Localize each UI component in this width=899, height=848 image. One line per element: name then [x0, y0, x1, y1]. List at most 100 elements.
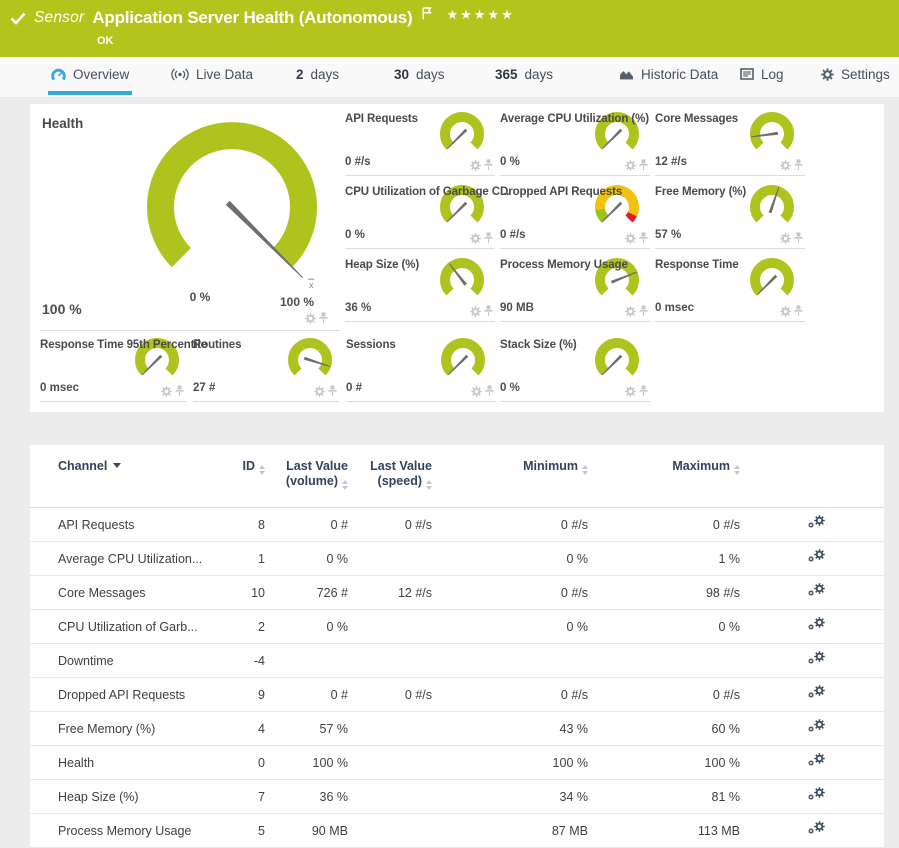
gauge-pin-icon[interactable] [794, 305, 803, 317]
gauge-cell-sessions: Sessions0 # [346, 335, 496, 402]
channel-row-api-requests: API Requests80 #0 #/s0 #/s0 #/s [30, 508, 884, 542]
gauge-value: 12 #/s [655, 156, 687, 168]
tab-2-days[interactable]: 2days [293, 57, 342, 95]
column-header-channel[interactable]: Channel [30, 459, 233, 474]
column-header-minimum[interactable]: Minimum [432, 459, 588, 475]
channel-last-value-volume: 0 % [265, 620, 348, 634]
gauge-action-icons [625, 232, 648, 244]
gauge-gear-icon[interactable] [314, 386, 325, 397]
status-ok-check-icon [10, 12, 26, 25]
priority-stars[interactable]: ★★★★★ [446, 7, 514, 23]
gauge-value: 0 # [346, 382, 362, 394]
gauge-cell-free-memory: Free Memory (%)57 % [655, 182, 805, 249]
gauge-gear-icon[interactable] [625, 386, 636, 397]
channel-name: Core Messages [30, 586, 233, 600]
tab-live-data[interactable]: Live Data [168, 57, 256, 95]
prtg-sensor-overview-page: { "colors": { "header_green": "#B5C31D",… [0, 0, 899, 848]
channel-row-core-messages: Core Messages10726 #12 #/s0 #/s98 #/s [30, 576, 884, 610]
column-header-maximum[interactable]: Maximum [588, 459, 740, 475]
gauge-action-icons [305, 312, 328, 324]
channel-last-value-volume: 0 # [265, 688, 348, 702]
gauge-dial-wrap [741, 109, 803, 166]
channel-settings-icon[interactable] [808, 821, 825, 837]
gauge-pin-icon[interactable] [484, 159, 493, 171]
gauge-gear-icon[interactable] [780, 160, 791, 171]
live-icon [171, 68, 189, 81]
channel-maximum: 0 #/s [588, 688, 740, 702]
tab-settings[interactable]: Settings [818, 57, 893, 95]
gauge-gear-icon[interactable] [625, 306, 636, 317]
tab-overview[interactable]: Overview [48, 57, 132, 95]
gauge-pin-icon[interactable] [639, 159, 648, 171]
priority-flag-icon[interactable] [422, 7, 432, 20]
gauge-gear-icon[interactable] [780, 233, 791, 244]
tab-365-days[interactable]: 365days [492, 57, 556, 95]
gauge-gear-icon[interactable] [470, 160, 481, 171]
channel-row-heap-size: Heap Size (%)736 %34 %81 % [30, 780, 884, 814]
channel-settings-icon[interactable] [808, 787, 825, 803]
channel-minimum: 0 #/s [432, 518, 588, 532]
column-header-last-value-volume[interactable]: Last Value(volume) [265, 459, 348, 490]
channel-settings-icon[interactable] [808, 685, 825, 701]
gauge-pin-icon[interactable] [639, 385, 648, 397]
gauge-pin-icon[interactable] [639, 232, 648, 244]
gauge-pin-icon[interactable] [794, 232, 803, 244]
gauge-pin-icon[interactable] [319, 312, 328, 324]
column-header-last-value-speed[interactable]: Last Value(speed) [348, 459, 432, 490]
channel-settings-icon[interactable] [808, 549, 825, 565]
gauge-gear-icon[interactable] [470, 233, 481, 244]
gauge-cell-process-memory-usage: Process Memory Usage90 MB [500, 255, 650, 322]
gauge-cell-heap-size: Heap Size (%)36 % [345, 255, 495, 322]
gauge-dial-wrap [432, 335, 494, 392]
gauge-value: 27 # [193, 382, 215, 394]
gauge-pin-icon[interactable] [794, 159, 803, 171]
gauge-gear-icon[interactable] [161, 386, 172, 397]
channel-settings-icon[interactable] [808, 515, 825, 531]
channel-name: Dropped API Requests [30, 688, 233, 702]
channel-id: 9 [233, 688, 265, 702]
channel-maximum: 0 #/s [588, 518, 740, 532]
gauge-gear-icon[interactable] [625, 233, 636, 244]
column-header-id[interactable]: ID [233, 459, 265, 475]
gauge-pin-icon[interactable] [175, 385, 184, 397]
channel-actions [740, 719, 850, 738]
tab-30-days[interactable]: 30days [391, 57, 448, 95]
gauge-gear-icon[interactable] [305, 313, 316, 324]
channel-settings-icon[interactable] [808, 753, 825, 769]
channel-minimum: 0 #/s [432, 688, 588, 702]
gauge-title: Response Time 95th Percentile [40, 339, 207, 351]
channel-name: API Requests [30, 518, 233, 532]
sort-direction-icon [113, 463, 121, 468]
gauge-pin-icon[interactable] [639, 305, 648, 317]
channel-settings-icon[interactable] [808, 583, 825, 599]
gauge-gear-icon[interactable] [471, 386, 482, 397]
sort-arrows-icon [426, 480, 432, 490]
gauge-action-icons [314, 385, 337, 397]
channel-id: 1 [233, 552, 265, 566]
tab-historic-data[interactable]: Historic Data [616, 57, 721, 95]
gauge-value: 36 % [345, 302, 371, 314]
gauge-cell-average-cpu-utilization: Average CPU Utilization (%)0 % [500, 109, 650, 176]
gauge-pin-icon[interactable] [485, 385, 494, 397]
gauge-pin-icon[interactable] [484, 305, 493, 317]
gauge-pin-icon[interactable] [328, 385, 337, 397]
channel-actions [740, 515, 850, 534]
gauge-title: Response Time [655, 259, 739, 271]
gauge-gear-icon[interactable] [780, 306, 791, 317]
gauge-gear-icon[interactable] [625, 160, 636, 171]
gauge-scale-min-label: 0 % [178, 290, 222, 304]
channel-name: Heap Size (%) [30, 790, 233, 804]
channel-settings-icon[interactable] [808, 651, 825, 667]
tab-log[interactable]: Log [737, 57, 787, 95]
channel-last-value-volume: 0 # [265, 518, 348, 532]
channel-maximum: 81 % [588, 790, 740, 804]
gauge-gear-icon[interactable] [470, 306, 481, 317]
channel-settings-icon[interactable] [808, 719, 825, 735]
channel-name: Process Memory Usage [30, 824, 233, 838]
gauge-dial: x [140, 115, 330, 293]
gauge-value: 57 % [655, 229, 681, 241]
channel-table-header: ChannelIDLast Value(volume)Last Value(sp… [30, 445, 884, 508]
channel-settings-icon[interactable] [808, 617, 825, 633]
gauge-pin-icon[interactable] [484, 232, 493, 244]
gauge-value: 0 % [500, 156, 520, 168]
